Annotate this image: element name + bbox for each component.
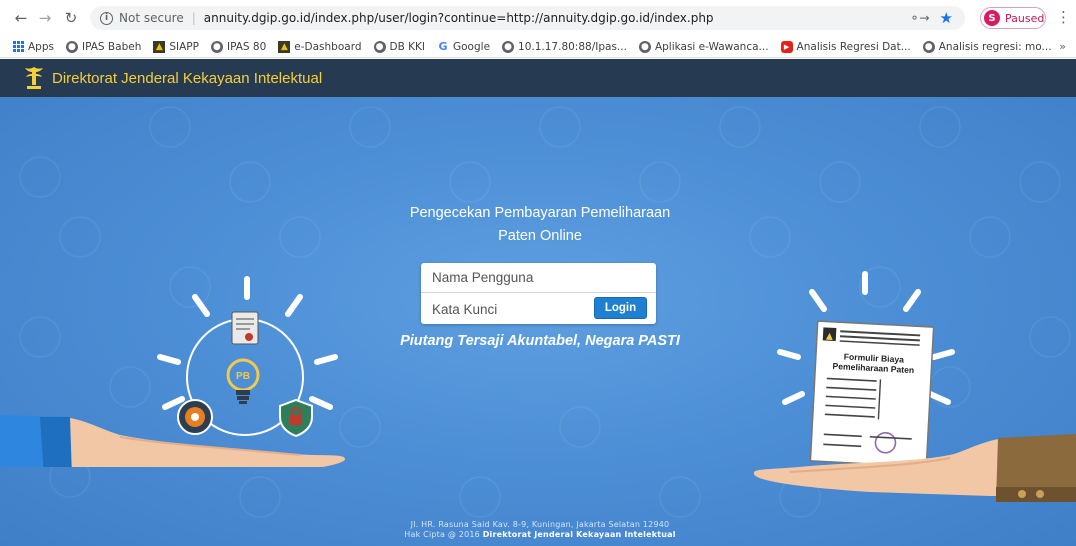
globe-icon: ● — [373, 40, 386, 53]
bookmark-label: IPAS 80 — [226, 40, 267, 53]
bookmark-label: Analisis regresi: mo... — [938, 40, 1052, 53]
address-separator: | — [191, 11, 196, 25]
menu-kebab-icon[interactable]: ⋮ — [1056, 8, 1071, 26]
browser-toolbar: ← → ↻ i Not secure | annuity.dgip.go.id/… — [0, 0, 1076, 36]
bookmark-label: DB KKI — [389, 40, 426, 53]
site-header: Direktorat Jenderal Kekayaan Intelektual — [0, 59, 1076, 97]
login-button[interactable]: Login — [594, 297, 647, 319]
bookmark-ipas-80[interactable]: ● IPAS 80 — [210, 40, 267, 53]
bookmark-e-dashboard[interactable]: ▲ e-Dashboard — [278, 40, 362, 53]
profile-button[interactable]: S Paused — [980, 7, 1046, 29]
lightbulb-icon: PB — [226, 358, 260, 404]
footer-copyright: Hak Cipta @ 2016 Direktorat Jenderal Kek… — [380, 530, 700, 540]
password-input[interactable] — [421, 294, 586, 324]
bookmark-label: SIAPP — [169, 40, 199, 53]
bookmark-google[interactable]: G Google — [437, 40, 491, 53]
login-form: Login — [421, 263, 656, 324]
globe-icon: ● — [65, 40, 78, 53]
maintenance-form-document: ▲ Formulir Biaya Pemeliharaan Paten — [809, 320, 935, 468]
page-footer: Jl. HR. Rasuna Said Kav. 8-9, Kuningan, … — [380, 520, 700, 540]
bookmark-ipas-babeh[interactable]: ● IPAS Babeh — [65, 40, 142, 53]
copyright-prefix: Hak Cipta @ 2016 — [404, 530, 483, 539]
address-bar[interactable]: i Not secure | annuity.dgip.go.id/index.… — [90, 6, 965, 30]
document-icon — [231, 311, 259, 345]
globe-icon: ● — [210, 40, 223, 53]
gauge-icon — [177, 399, 213, 435]
forward-arrow-icon[interactable]: → — [34, 7, 56, 29]
key-icon[interactable]: ⚬→ — [909, 11, 929, 25]
youtube-icon: ▶ — [780, 40, 793, 53]
bookmark-label: Apps — [28, 40, 54, 53]
bookmarks-bar: Apps ● IPAS Babeh ▲ SIAPP ● IPAS 80 ▲ e-… — [0, 36, 1076, 58]
security-status: Not secure — [119, 11, 184, 25]
headline-line-2: Paten Online — [498, 228, 582, 244]
back-arrow-icon[interactable]: ← — [10, 7, 32, 29]
globe-icon: ● — [638, 40, 651, 53]
headline-line-1: Pengecekan Pembayaran Pemeliharaan — [409, 205, 671, 221]
globe-icon: ● — [502, 40, 515, 53]
username-input[interactable] — [421, 263, 656, 293]
bookmark-label: IPAS Babeh — [81, 40, 142, 53]
profile-status: Paused — [1005, 11, 1045, 25]
footer-address: Jl. HR. Rasuna Said Kav. 8-9, Kuningan, … — [410, 520, 670, 529]
bookmark-apps[interactable]: Apps — [12, 41, 54, 53]
bookmark-label: Analisis Regresi Dat... — [796, 40, 911, 53]
bookmark-siapp[interactable]: ▲ SIAPP — [153, 40, 199, 53]
left-hand-illustration: PB — [0, 276, 345, 467]
bookmarks-overflow-icon[interactable]: » — [1059, 40, 1066, 53]
svg-text:▲: ▲ — [826, 332, 834, 342]
bookmark-e-wawancara[interactable]: ● Aplikasi e-Wawanca... — [638, 40, 769, 53]
garuda-logo-icon[interactable] — [22, 65, 46, 91]
login-page: Pengecekan Pembayaran Pemeliharaan Paten… — [0, 97, 1076, 546]
site-title[interactable]: Direktorat Jenderal Kekayaan Intelektual — [52, 70, 322, 87]
bookmark-db-kki[interactable]: ● DB KKI — [373, 40, 426, 53]
bookmark-star-icon[interactable]: ★ — [940, 9, 953, 27]
apps-icon — [12, 40, 24, 53]
bookmark-label: e-Dashboard — [294, 40, 362, 53]
info-icon[interactable]: i — [100, 11, 113, 25]
shield-lock-icon — [279, 398, 313, 438]
copyright-org: Direktorat Jenderal Kekayaan Intelektual — [482, 530, 676, 539]
tagline: Piutang Tersaji Akuntabel, Negara PASTI — [400, 333, 680, 349]
bulb-label: PB — [236, 371, 250, 382]
reload-icon[interactable]: ↻ — [60, 7, 82, 29]
avatar: S — [984, 10, 1000, 26]
bookmark-label: Google — [453, 40, 491, 53]
right-hand-illustration: ▲ Formulir Biaya Pemeliharaan Paten — [753, 271, 1076, 502]
bookmark-label: 10.1.17.80:88/Ipas... — [518, 40, 627, 53]
bookmark-analisis-regresi-dat[interactable]: ▶ Analisis Regresi Dat... — [780, 40, 911, 53]
dashboard-logo-icon: ▲ — [278, 40, 291, 53]
globe-icon: ● — [922, 40, 935, 53]
bookmark-label: Aplikasi e-Wawanca... — [654, 40, 769, 53]
url-text[interactable]: annuity.dgip.go.id/index.php/user/login?… — [204, 11, 714, 25]
bookmark-ipas-ip[interactable]: ● 10.1.17.80:88/Ipas... — [502, 40, 627, 53]
google-icon: G — [438, 40, 448, 53]
login-headline: Pengecekan Pembayaran Pemeliharaan Paten… — [380, 202, 700, 248]
bookmark-analisis-regresi-mo[interactable]: ● Analisis regresi: mo... — [922, 40, 1052, 53]
siapp-logo-icon: ▲ — [153, 40, 166, 53]
